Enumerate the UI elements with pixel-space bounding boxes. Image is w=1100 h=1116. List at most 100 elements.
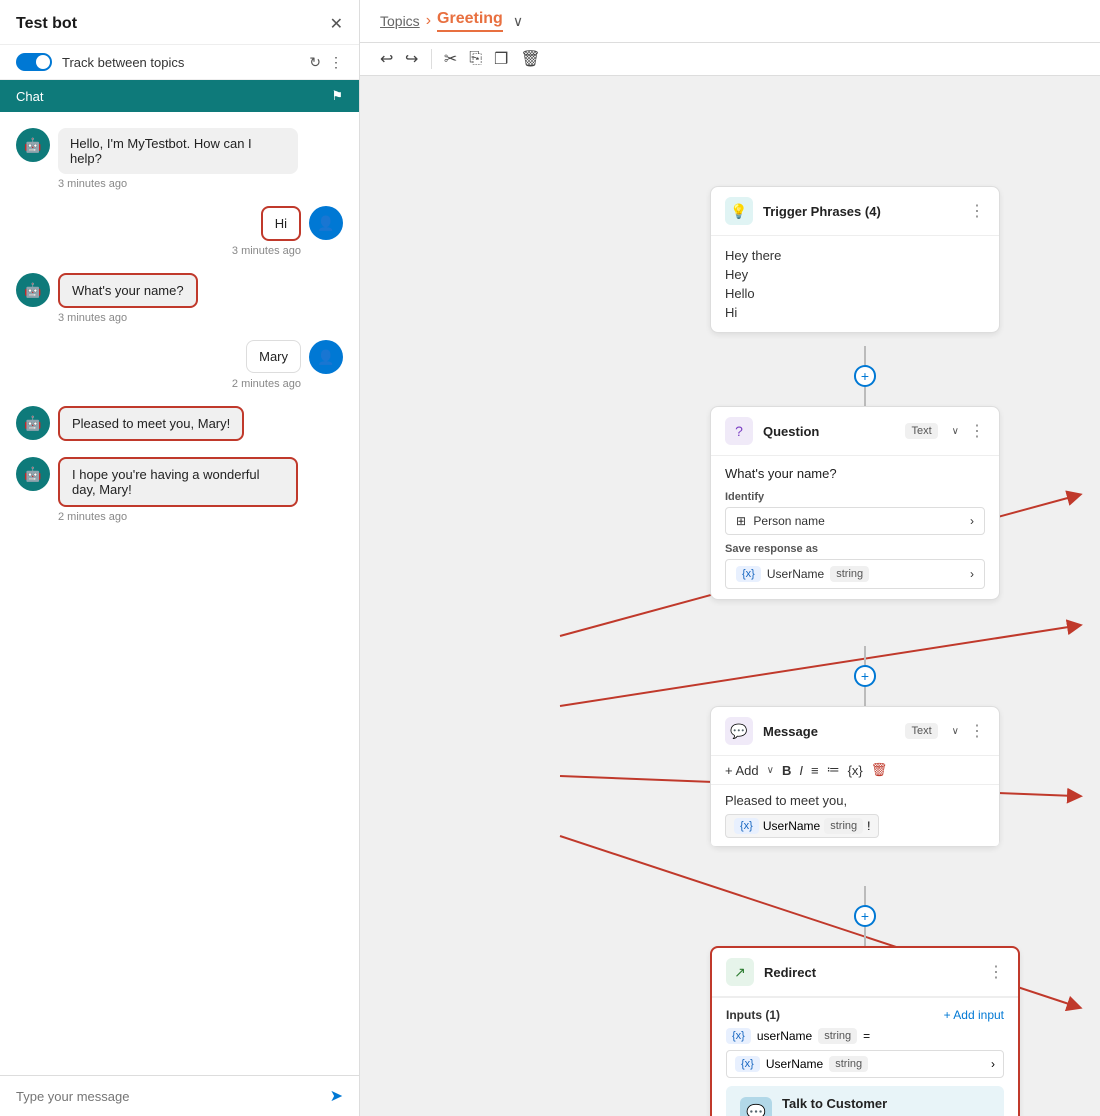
right-header: Topics › Greeting ∨ bbox=[360, 0, 1100, 43]
var-content: {x} UserName string bbox=[736, 566, 869, 582]
list-item: 🤖 Pleased to meet you, Mary! bbox=[16, 406, 343, 441]
add-button-1[interactable]: + bbox=[854, 365, 876, 386]
trigger-icon: 💡 bbox=[725, 197, 753, 225]
right-toolbar: ↩ ↩ ✂ ⎘ ❐ 🗑 bbox=[360, 43, 1100, 76]
x-tag: {x} bbox=[734, 818, 759, 834]
add-input-button[interactable]: + Add input bbox=[944, 1008, 1004, 1022]
save-label: Save response as bbox=[725, 543, 985, 555]
connector-line bbox=[864, 646, 866, 665]
connector-1: + bbox=[854, 346, 876, 406]
redirect-title: Redirect bbox=[764, 965, 978, 980]
add-button-3[interactable]: + bbox=[854, 905, 876, 926]
identify-label: Identify bbox=[725, 491, 985, 503]
copy-icon[interactable]: ⎘ bbox=[469, 50, 482, 68]
chat-tab[interactable]: Chat ⚑ bbox=[0, 80, 359, 112]
talk-customer-box: 💬 Talk to Customer View topic bbox=[726, 1086, 1004, 1116]
chat-tab-label: Chat bbox=[16, 89, 43, 104]
list-item: 🤖 Hello, I'm MyTestbot. How can I help? … bbox=[16, 128, 343, 190]
add-btn[interactable]: + Add bbox=[725, 763, 759, 778]
chevron-right-icon: › bbox=[991, 1057, 995, 1071]
inputs-section: Inputs (1) + Add input {x} userName stri… bbox=[712, 997, 1018, 1116]
connector-line bbox=[864, 687, 866, 706]
question-menu-icon[interactable]: ⋮ bbox=[969, 421, 985, 441]
x-tag: {x} bbox=[726, 1028, 751, 1044]
user-avatar: 👤 bbox=[309, 206, 343, 240]
question-tag-chevron[interactable]: ∨ bbox=[952, 426, 959, 437]
user-time: 2 minutes ago bbox=[16, 378, 301, 390]
message-time: 2 minutes ago bbox=[58, 511, 343, 523]
breadcrumb-topics[interactable]: Topics bbox=[380, 13, 420, 29]
string-tag: string bbox=[824, 818, 863, 834]
canvas-inner: 💡 Trigger Phrases (4) ⋮ Hey there Hey He… bbox=[360, 76, 1100, 1076]
trigger-menu-icon[interactable]: ⋮ bbox=[969, 201, 985, 221]
track-toggle[interactable] bbox=[16, 53, 52, 71]
question-card: ? Question Text ∨ ⋮ What's your name? Id… bbox=[710, 406, 1000, 600]
add-chevron[interactable]: ∨ bbox=[767, 765, 774, 776]
close-icon[interactable]: ✕ bbox=[330, 14, 343, 34]
redirect-menu-icon[interactable]: ⋮ bbox=[988, 962, 1004, 982]
bot-avatar: 🤖 bbox=[16, 128, 50, 162]
string-tag: string bbox=[830, 566, 869, 582]
add-button-2[interactable]: + bbox=[854, 665, 876, 686]
identify-box[interactable]: ⊞ Person name › bbox=[725, 507, 985, 535]
username-row[interactable]: {x} UserName string › bbox=[726, 1050, 1004, 1078]
message-var-inline: {x} UserName string ! bbox=[725, 814, 879, 838]
delete-content-icon[interactable]: 🗑 bbox=[871, 762, 888, 778]
user-bubble: Hi bbox=[261, 206, 301, 241]
list-item: Hi bbox=[725, 303, 985, 322]
bold-btn[interactable]: B bbox=[782, 763, 791, 778]
chat-input[interactable] bbox=[16, 1089, 330, 1104]
message-icon: 💬 bbox=[725, 717, 753, 745]
connector-line bbox=[864, 927, 866, 946]
exclamation: ! bbox=[867, 819, 870, 833]
input-row: {x} userName string = bbox=[726, 1028, 1004, 1044]
bot-avatar: 🤖 bbox=[16, 457, 50, 491]
talk-customer-info: Talk to Customer View topic bbox=[782, 1096, 887, 1116]
trigger-body: Hey there Hey Hello Hi bbox=[711, 236, 999, 332]
message-text: Pleased to meet you, bbox=[725, 793, 985, 808]
x-tag: {x} bbox=[735, 1056, 760, 1072]
message-tag-chevron[interactable]: ∨ bbox=[952, 726, 959, 737]
list-item: 🤖 What's your name? 3 minutes ago bbox=[16, 273, 343, 324]
delete-icon[interactable]: 🗑 bbox=[520, 49, 540, 69]
username-content: {x} UserName string bbox=[735, 1056, 868, 1072]
breadcrumb-chevron-icon[interactable]: ∨ bbox=[513, 13, 523, 30]
toolbar-separator bbox=[431, 49, 432, 69]
refresh-icon[interactable]: ↻ bbox=[309, 54, 321, 71]
breadcrumb-current: Greeting bbox=[437, 10, 503, 32]
talk-customer-title: Talk to Customer bbox=[782, 1096, 887, 1111]
inputs-title: Inputs (1) bbox=[726, 1008, 780, 1022]
align-btn[interactable]: ≡ bbox=[811, 763, 819, 778]
more-icon[interactable]: ⋮ bbox=[329, 54, 343, 71]
toolbar-icons: ↻ ⋮ bbox=[309, 54, 343, 71]
var-btn[interactable]: {x} bbox=[848, 763, 863, 778]
message-toolbar: + Add ∨ B I ≡ ≔ {x} 🗑 bbox=[711, 756, 999, 785]
paste-icon[interactable]: ❐ bbox=[494, 49, 508, 69]
phrase-list: Hey there Hey Hello Hi bbox=[725, 246, 985, 322]
input-var-name: userName bbox=[757, 1029, 812, 1043]
italic-btn[interactable]: I bbox=[799, 763, 803, 778]
message-tag: Text bbox=[905, 723, 937, 739]
var-name: UserName bbox=[763, 819, 820, 833]
bot-bubble: Pleased to meet you, Mary! bbox=[58, 406, 244, 441]
question-icon: ? bbox=[725, 417, 753, 445]
cut-icon[interactable]: ✂ bbox=[444, 49, 457, 69]
undo-icon[interactable]: ↩ bbox=[380, 49, 393, 69]
chevron-right-icon: › bbox=[970, 514, 974, 528]
user-time: 3 minutes ago bbox=[16, 245, 301, 257]
list-item: Hey bbox=[725, 265, 985, 284]
canvas-area[interactable]: 💡 Trigger Phrases (4) ⋮ Hey there Hey He… bbox=[360, 76, 1100, 1116]
list-btn[interactable]: ≔ bbox=[827, 762, 840, 778]
redo-icon[interactable]: ↩ bbox=[405, 49, 418, 69]
message-menu-icon[interactable]: ⋮ bbox=[969, 721, 985, 741]
equals-sign: = bbox=[863, 1029, 870, 1043]
connector-line bbox=[864, 886, 866, 905]
identify-value: ⊞ Person name bbox=[736, 514, 825, 528]
x-tag: {x} bbox=[736, 566, 761, 582]
bot-avatar: 🤖 bbox=[16, 273, 50, 307]
var-box[interactable]: {x} UserName string › bbox=[725, 559, 985, 589]
redirect-card: ↗ Redirect ⋮ Inputs (1) + Add input {x} … bbox=[710, 946, 1020, 1116]
question-title: Question bbox=[763, 424, 895, 439]
message-time: 3 minutes ago bbox=[58, 178, 343, 190]
send-icon[interactable]: ➤ bbox=[330, 1086, 343, 1106]
